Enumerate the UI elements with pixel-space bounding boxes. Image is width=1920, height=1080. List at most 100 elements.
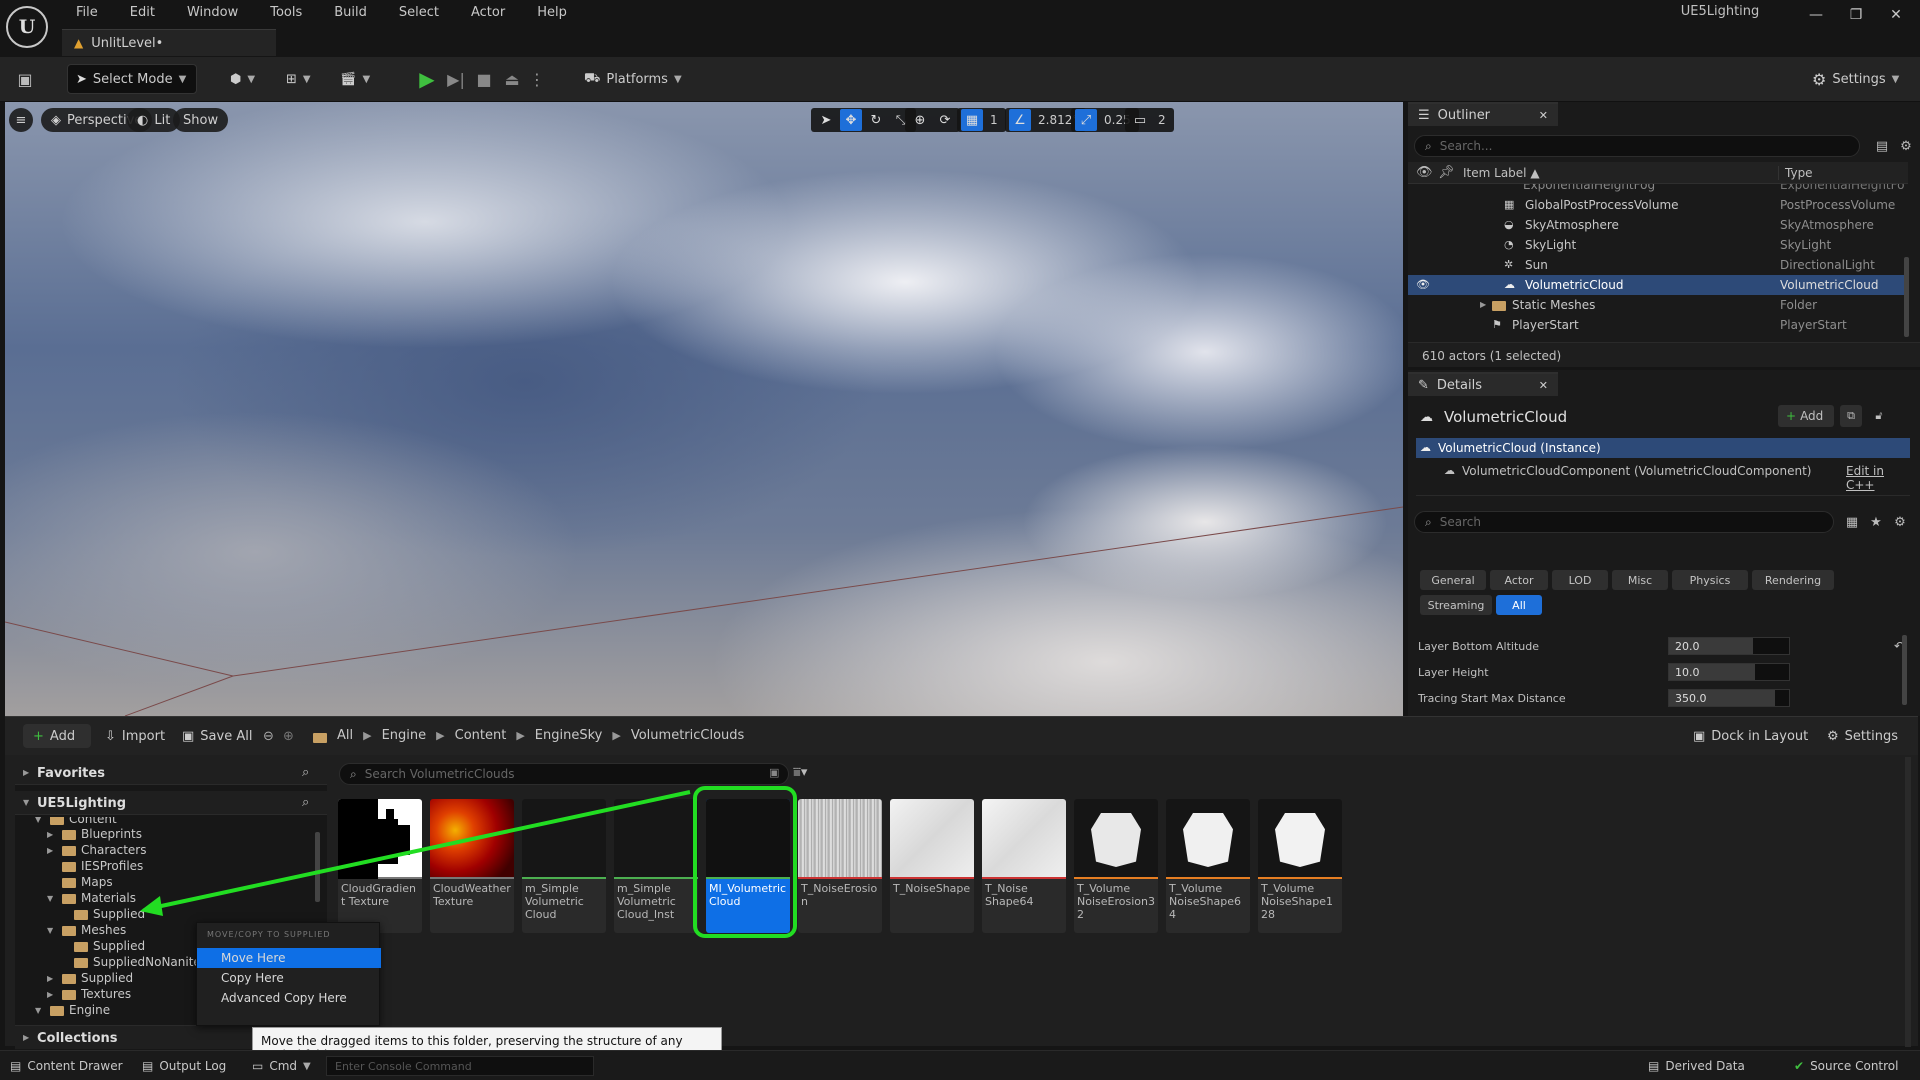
select-mode-button[interactable]: ➤ Select Mode ▼	[67, 64, 197, 94]
search-icon[interactable]: ⌕	[302, 765, 309, 780]
visibility-icon[interactable]: 👁︎	[1416, 165, 1433, 180]
category-misc[interactable]: Misc	[1612, 570, 1668, 590]
asset-tile[interactable]: T_NoiseShape	[890, 799, 974, 933]
output-log-button[interactable]: ▤ Output Log	[142, 1051, 226, 1080]
level-viewport[interactable]: ≡ ◈ Perspective ◐ Lit Show ➤ ✥ ↻ ⤡ ⊕ ⟳ ▦…	[5, 102, 1403, 716]
asset-tile[interactable]: m_Simple Volumetric Cloud_Inst	[614, 799, 698, 933]
breadcrumb-engine[interactable]: Engine	[382, 728, 427, 743]
star-icon[interactable]: ★	[1866, 512, 1886, 532]
console-command-input[interactable]: Enter Console Command	[326, 1056, 594, 1076]
step-icon[interactable]: ▶|	[444, 67, 468, 91]
instance-row[interactable]: ☁ VolumetricCloud (Instance)	[1416, 438, 1910, 458]
forward-icon[interactable]: ⊕	[283, 729, 294, 744]
settings-button[interactable]: ⚙ Settings ▼	[1812, 64, 1912, 94]
layer-bottom-altitude-input[interactable]: 20.0	[1668, 637, 1790, 655]
eject-icon[interactable]: ⏏	[500, 67, 524, 91]
actor-name[interactable]: VolumetricCloud	[1444, 408, 1567, 426]
save-icon[interactable]: ▣	[12, 66, 38, 92]
add-button[interactable]: + Add	[23, 724, 91, 748]
play-icon[interactable]: ▶	[415, 67, 439, 91]
cb-settings-button[interactable]: ⚙ Settings	[1827, 724, 1898, 748]
details-scrollbar[interactable]	[1902, 635, 1907, 705]
category-general[interactable]: General	[1420, 570, 1486, 590]
play-options-icon[interactable]: ⋮	[529, 67, 545, 91]
asset-search-input[interactable]: ⌕ Search VolumetricClouds	[339, 763, 789, 785]
add-actor-button[interactable]: ⬢ ▼	[226, 64, 266, 94]
level-tab[interactable]: ▲ UnlitLevel•	[62, 29, 276, 56]
derived-data-button[interactable]: ▤ Derived Data	[1648, 1051, 1745, 1080]
asset-tile-selected[interactable]: MI_Volumetric Cloud	[706, 799, 790, 933]
item-label-header[interactable]: Item Label ▲	[1463, 166, 1540, 180]
menu-window[interactable]: Window	[173, 2, 252, 20]
asset-tile[interactable]: T_Volume NoiseShape128	[1258, 799, 1342, 933]
asset-tile[interactable]: CloudGradient Texture	[338, 799, 422, 933]
blueprint-convert-icon[interactable]: ⧉	[1840, 405, 1862, 427]
project-header[interactable]: ▼ UE5Lighting ⌕	[15, 791, 327, 815]
asset-tile[interactable]: T_Noise Shape64	[982, 799, 1066, 933]
asset-tile[interactable]: m_Simple Volumetric Cloud	[522, 799, 606, 933]
breadcrumb-content[interactable]: Content	[455, 728, 507, 743]
breadcrumb-volumetricclouds[interactable]: VolumetricClouds	[631, 728, 744, 743]
tree-item-characters[interactable]: ▶ Characters	[47, 842, 147, 858]
pin-icon[interactable]: 📌︎	[1438, 165, 1455, 180]
edit-in-cpp-link[interactable]: Edit in C++	[1846, 464, 1910, 492]
menu-actor[interactable]: Actor	[457, 2, 519, 20]
save-all-button[interactable]: ▣ Save All	[182, 724, 252, 748]
details-tab[interactable]: ✎ Details ✕	[1408, 372, 1558, 396]
tree-item-meshes[interactable]: ▼ Meshes	[47, 922, 126, 938]
favorites-header[interactable]: ▶ Favorites ⌕	[15, 761, 327, 785]
asset-view-scrollbar[interactable]	[1905, 757, 1911, 1047]
outliner-row[interactable]: ⚑ PlayerStart PlayerStart	[1408, 315, 1908, 335]
save-search-icon[interactable]: ▣	[769, 766, 779, 779]
stop-icon[interactable]: ■	[472, 67, 496, 91]
restore-icon[interactable]: ❐	[1836, 2, 1876, 28]
expand-arrow-icon[interactable]: ▶	[1480, 300, 1490, 309]
menu-file[interactable]: File	[62, 2, 112, 20]
tree-item-materials-supplied[interactable]: Supplied	[59, 906, 145, 922]
asset-tile[interactable]: T_NoiseErosion	[798, 799, 882, 933]
outliner-row-selected[interactable]: 👁︎ ☁ VolumetricCloud VolumetricCloud	[1408, 275, 1904, 295]
category-lod[interactable]: LOD	[1552, 570, 1608, 590]
import-button[interactable]: ⇩ Import	[105, 724, 165, 748]
details-search-input[interactable]: ⌕ Search	[1414, 511, 1834, 533]
layer-height-input[interactable]: 10.0	[1668, 663, 1790, 681]
breadcrumb-enginesky[interactable]: EngineSky	[535, 728, 603, 743]
world-space-icon[interactable]: ⊕	[909, 109, 931, 131]
dock-in-layout-button[interactable]: ▣ Dock in Layout	[1693, 724, 1808, 748]
close-icon[interactable]: ✕	[1539, 379, 1548, 392]
menu-build[interactable]: Build	[320, 2, 381, 20]
cmd-dropdown[interactable]: ▭ Cmd ▼	[252, 1051, 311, 1080]
close-icon[interactable]: ✕	[1539, 109, 1548, 122]
outliner-tab[interactable]: ☰ Outliner ✕	[1408, 102, 1558, 126]
tree-item-maps[interactable]: Maps	[47, 874, 113, 890]
outliner-row[interactable]: ▶ Static Meshes Folder	[1408, 295, 1908, 315]
viewport-menu-icon[interactable]: ≡	[9, 108, 33, 132]
tree-item-supplied[interactable]: ▶ Supplied	[47, 970, 133, 986]
tree-item-textures[interactable]: ▶ Textures	[47, 986, 131, 1002]
tree-item-suppliednonanite[interactable]: SuppliedNoNanite	[59, 954, 201, 970]
add-folder-icon[interactable]: ▤	[1872, 136, 1892, 156]
tree-item-iesprofiles[interactable]: IESProfiles	[47, 858, 143, 874]
outliner-scrollbar[interactable]	[1904, 257, 1909, 337]
grid-snap-control[interactable]: ▦ 1	[957, 108, 1006, 132]
menu-edit[interactable]: Edit	[116, 2, 169, 20]
tree-item-blueprints[interactable]: ▶ Blueprints	[47, 826, 142, 842]
lock-icon[interactable]: 🔓︎	[1868, 405, 1890, 427]
move-here-item[interactable]: Move Here	[197, 948, 381, 968]
filter-icon[interactable]: ⩸▾	[793, 765, 807, 780]
surface-snap-icon[interactable]: ⟳	[934, 109, 956, 131]
category-streaming[interactable]: Streaming	[1420, 595, 1492, 615]
rotate-tool-icon[interactable]: ↻	[865, 109, 887, 131]
outliner-search-input[interactable]: ⌕ Search...	[1414, 135, 1860, 157]
category-actor[interactable]: Actor	[1490, 570, 1548, 590]
menu-tools[interactable]: Tools	[256, 2, 316, 20]
cinematics-button[interactable]: 🎬︎ ▼	[336, 64, 376, 94]
type-header[interactable]: Type	[1778, 166, 1813, 180]
outliner-row[interactable]: ✲ Sun DirectionalLight	[1408, 255, 1908, 275]
menu-select[interactable]: Select	[385, 2, 453, 20]
outliner-row[interactable]: ▦ GlobalPostProcessVolume PostProcessVol…	[1408, 195, 1908, 215]
advanced-copy-here-item[interactable]: Advanced Copy Here	[197, 988, 381, 1008]
minimize-icon[interactable]: —	[1796, 2, 1836, 28]
visibility-icon[interactable]: 👁︎	[1416, 278, 1430, 291]
component-row[interactable]: ☁ VolumetricCloudComponent (VolumetricCl…	[1416, 460, 1910, 496]
